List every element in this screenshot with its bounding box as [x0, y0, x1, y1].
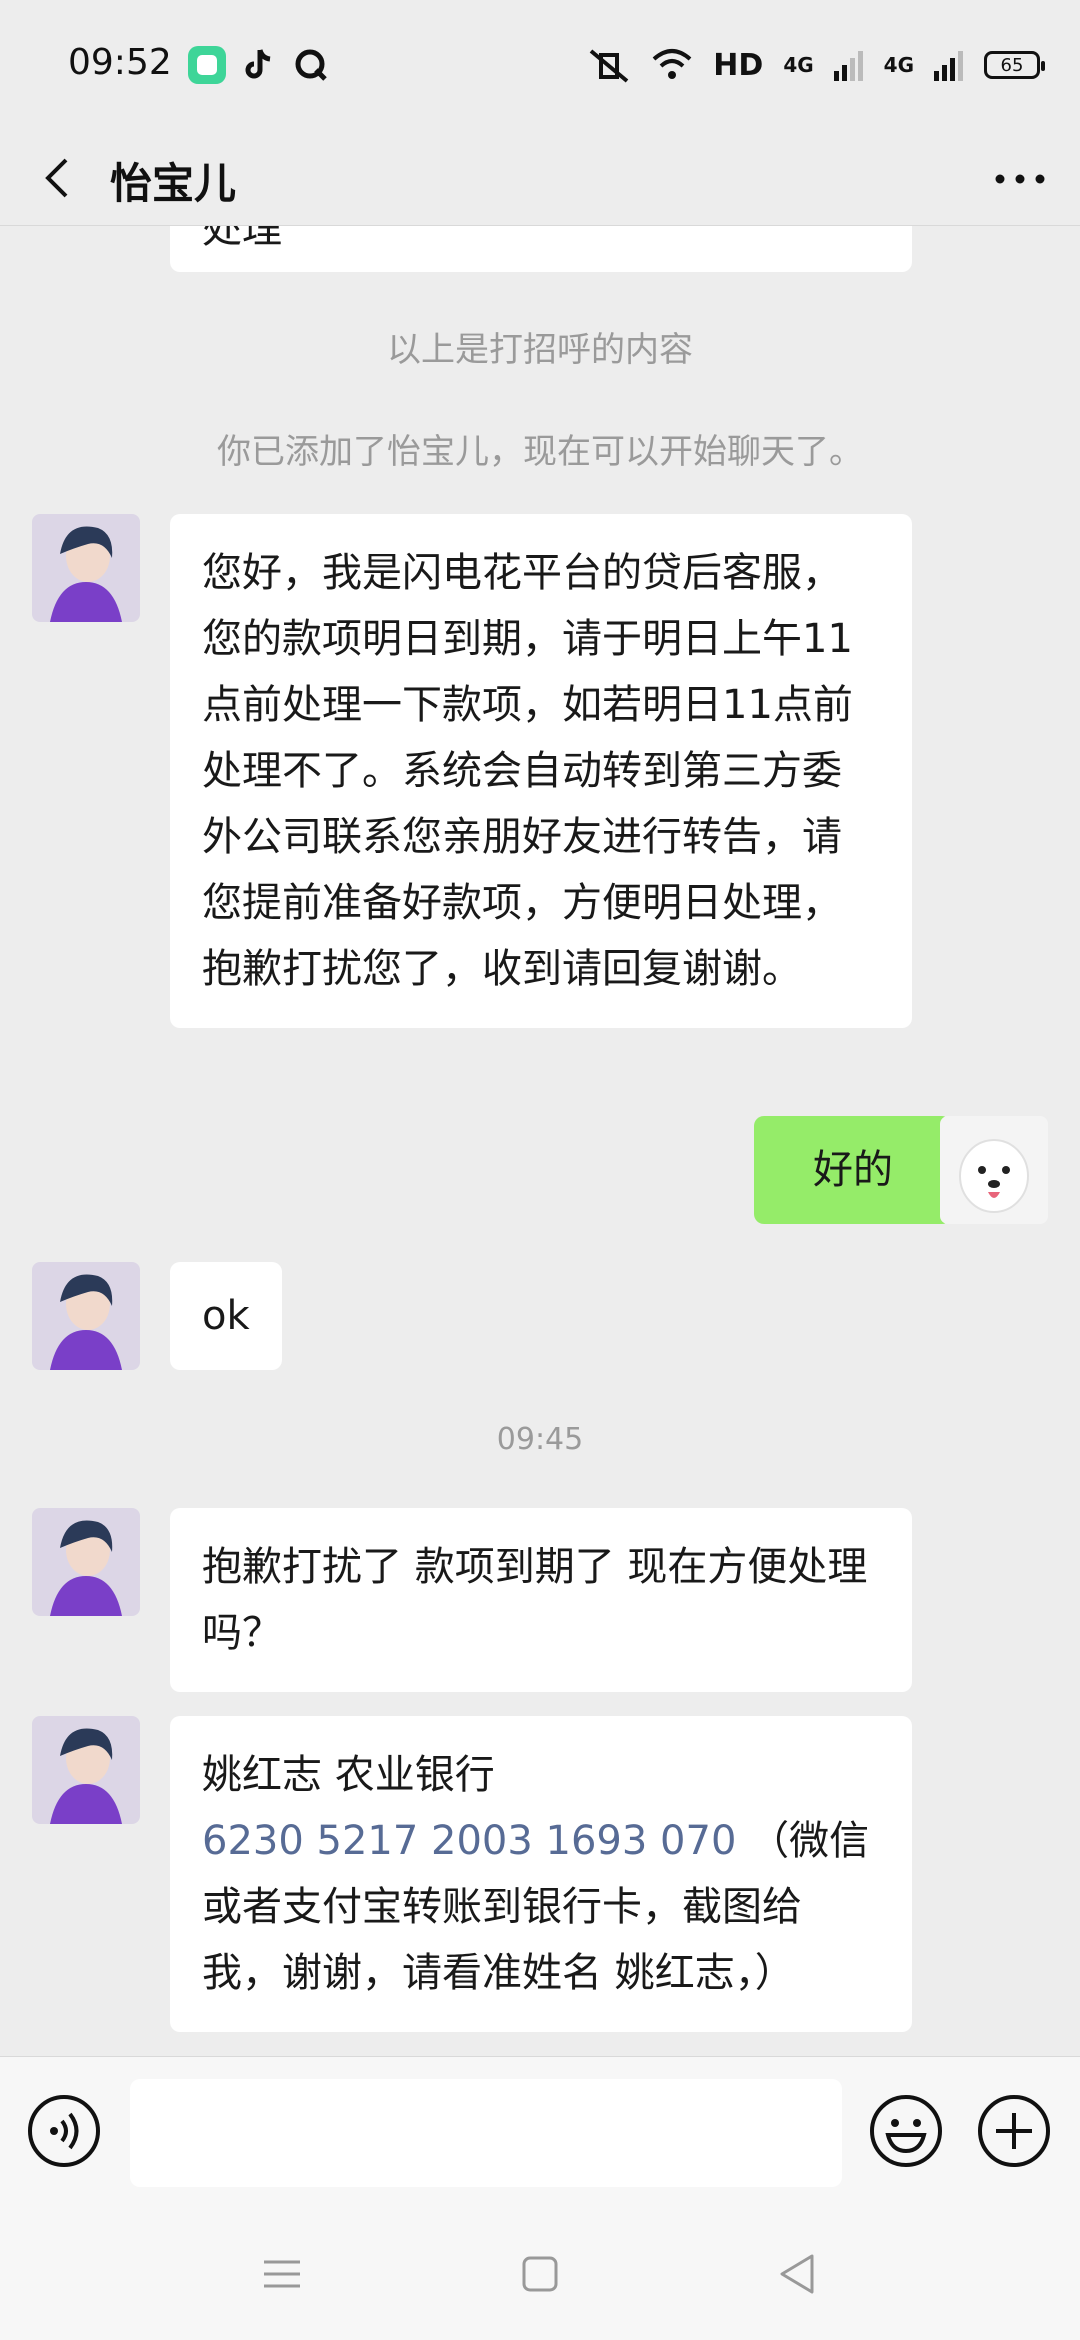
message-text-name-bank: 姚红志 农业银行	[202, 1752, 495, 1798]
emoji-button[interactable]	[868, 2093, 944, 2169]
notification-app-icon	[188, 46, 226, 84]
self-avatar[interactable]	[940, 1116, 1048, 1224]
wifi-icon	[652, 49, 692, 79]
message-text: 好的	[813, 1147, 893, 1193]
contact-avatar[interactable]	[32, 1508, 140, 1616]
message-bubble-outgoing[interactable]: 好的	[754, 1116, 952, 1224]
message-text: 处理	[202, 226, 282, 252]
chat-title: 怡宝儿	[110, 159, 237, 208]
mute-vibrate-icon	[590, 49, 629, 83]
back-button[interactable]	[30, 148, 90, 208]
message-bubble-incoming[interactable]: 抱歉打扰了 款项到期了 现在方便处理吗？	[170, 1508, 912, 1692]
message-bubble-incoming[interactable]: 您好，我是闪电花平台的贷后客服，您的款项明日到期，请于明日上午11点前处理一下款…	[170, 514, 912, 1028]
system-message-added: 你已添加了怡宝儿，现在可以开始聊天了。	[217, 432, 863, 472]
bank-account-number-link[interactable]: 6230 5217 2003 1693 070	[202, 1818, 736, 1864]
signal-icon-2	[934, 51, 963, 81]
q-app-icon	[295, 49, 327, 81]
battery-icon: 65	[984, 51, 1045, 79]
contact-avatar[interactable]	[32, 1716, 140, 1824]
contact-avatar[interactable]	[32, 1262, 140, 1370]
message-bubble-incoming[interactable]: 姚红志 农业银行 6230 5217 2003 1693 070 （微信或者支付…	[170, 1716, 912, 2032]
message-text: ok	[202, 1293, 250, 1339]
tiktok-icon	[245, 49, 271, 79]
message-timestamp: 09:45	[496, 1422, 584, 1457]
plus-button[interactable]	[976, 2093, 1052, 2169]
message-text: 您好，我是闪电花平台的贷后客服，您的款项明日到期，请于明日上午11点前处理一下款…	[202, 550, 853, 992]
signal-icon-1	[833, 51, 863, 81]
message-input[interactable]	[130, 2079, 842, 2187]
status-indicators: HD 4G 4G 65	[587, 40, 1045, 90]
voice-button[interactable]	[26, 2093, 102, 2169]
message-list[interactable]: 处理 以上是打招呼的内容 你已添加了怡宝儿，现在可以开始聊天了。 您好，我是闪电…	[0, 226, 1080, 2056]
message-bubble-partial[interactable]: 处理	[170, 226, 912, 272]
menu-icon[interactable]	[252, 2244, 312, 2304]
system-nav-bar	[0, 2200, 1080, 2340]
status-bar: 09:52 HD 4G 4G 65	[0, 0, 1080, 130]
home-icon[interactable]	[510, 2244, 570, 2304]
system-message-greeting: 以上是打招呼的内容	[387, 330, 693, 370]
network-label-1: 4G	[783, 53, 814, 77]
input-bar	[0, 2056, 1080, 2200]
network-label-2: 4G	[883, 53, 914, 77]
hd-label: HD	[713, 47, 764, 83]
status-time: 09:52	[68, 42, 172, 83]
more-dots-icon[interactable]	[990, 154, 1050, 204]
battery-level: 65	[1000, 54, 1024, 76]
back-triangle-icon[interactable]	[768, 2244, 828, 2304]
chat-header: 怡宝儿	[0, 130, 1080, 226]
contact-avatar[interactable]	[32, 514, 140, 622]
message-bubble-incoming[interactable]: ok	[170, 1262, 282, 1370]
message-text: 抱歉打扰了 款项到期了 现在方便处理吗？	[202, 1544, 868, 1656]
